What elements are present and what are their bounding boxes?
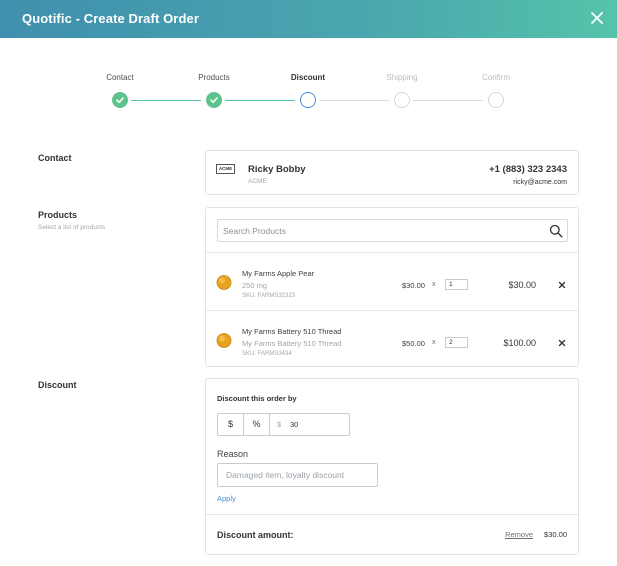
step-connector [413, 100, 483, 101]
check-icon [206, 92, 222, 108]
modal-title: Quotific - Create Draft Order [22, 11, 199, 26]
discount-type-dollar-button[interactable]: $ [217, 413, 244, 436]
product-sku: SKU: FARMS3434 [242, 351, 292, 357]
product-sku: SKU: FARMS32323 [242, 293, 296, 299]
product-name: My Farms Apple Pear [242, 269, 315, 278]
step-label: Shipping [386, 73, 418, 82]
multiply-sign: x [432, 339, 436, 346]
discount-value: 30 [290, 420, 299, 429]
products-card: My Farms Apple Pear 250 mg SKU: FARMS323… [205, 207, 579, 367]
reason-label: Reason [217, 449, 249, 459]
discount-amount-label: Discount amount: [217, 530, 294, 540]
discount-card-title: Discount this order by [217, 394, 297, 403]
discount-summary: Discount amount: Remove $30.00 [206, 514, 578, 554]
company-logo: ACME [216, 164, 235, 174]
step-shipping[interactable]: Shipping [357, 72, 447, 108]
step-confirm[interactable]: Confirm [451, 72, 541, 108]
step-connector [319, 100, 389, 101]
modal-header: Quotific - Create Draft Order [0, 0, 617, 38]
discount-type-percent-button[interactable]: % [243, 413, 270, 436]
contact-company: ACME [248, 178, 267, 185]
contact-name: Ricky Bobby [248, 164, 306, 175]
products-section-title: Products [38, 210, 78, 220]
search-icon[interactable] [549, 224, 563, 238]
pending-step-indicator [488, 92, 504, 108]
step-contact[interactable]: Contact [75, 72, 165, 108]
product-list: My Farms Apple Pear 250 mg SKU: FARMS323… [206, 252, 578, 366]
product-variant: 250 mg [242, 281, 268, 290]
product-search [217, 219, 568, 242]
discount-section-title: Discount [38, 380, 77, 390]
step-connector [131, 100, 201, 101]
product-row: My Farms Apple Pear 250 mg SKU: FARMS323… [206, 253, 578, 310]
product-unit-price: $30.00 [402, 281, 425, 290]
current-step-indicator [300, 92, 316, 108]
quantity-input[interactable]: 1 [445, 279, 468, 290]
products-section-subtitle: Select a list of products [38, 224, 106, 231]
step-label: Discount [290, 73, 326, 82]
discount-amount: $30.00 [544, 530, 567, 539]
discount-value-field[interactable]: $ 30 [269, 413, 350, 436]
currency-prefix: $ [277, 420, 282, 429]
product-unit-price: $50.00 [402, 339, 425, 348]
step-products[interactable]: Products [169, 72, 259, 108]
step-connector [225, 100, 295, 101]
progress-stepper: Contact Products Discount Shipping Confi… [0, 72, 617, 112]
contact-card[interactable]: ACME Ricky Bobby ACME +1 (883) 323 2343 … [205, 150, 579, 195]
product-line-total: $30.00 [508, 280, 536, 290]
step-label: Products [198, 73, 230, 82]
product-image [216, 333, 232, 348]
product-name: My Farms Battery 510 Thread [242, 327, 342, 336]
close-icon[interactable] [587, 8, 607, 28]
check-icon [112, 92, 128, 108]
discount-card: Discount this order by $ % $ 30 Reason A… [205, 378, 579, 555]
product-variant: My Farms Battery 510 Thread [242, 339, 342, 348]
multiply-sign: x [432, 281, 436, 288]
search-input[interactable] [223, 223, 533, 239]
step-label: Confirm [481, 73, 510, 82]
remove-product-icon[interactable] [557, 338, 567, 348]
contact-section-title: Contact [38, 153, 72, 163]
apply-link[interactable]: Apply [217, 494, 236, 503]
remove-discount-link[interactable]: Remove [505, 530, 533, 539]
product-image [216, 275, 232, 290]
reason-input[interactable] [217, 463, 378, 487]
pending-step-indicator [394, 92, 410, 108]
contact-phone: +1 (883) 323 2343 [489, 164, 567, 175]
contact-email: ricky@acme.com [513, 179, 567, 186]
product-line-total: $100.00 [503, 338, 536, 348]
quantity-input[interactable]: 2 [445, 337, 468, 348]
step-label: Contact [106, 73, 134, 82]
product-row: My Farms Battery 510 Thread My Farms Bat… [206, 310, 578, 367]
remove-product-icon[interactable] [557, 280, 567, 290]
step-discount[interactable]: Discount [263, 72, 353, 108]
